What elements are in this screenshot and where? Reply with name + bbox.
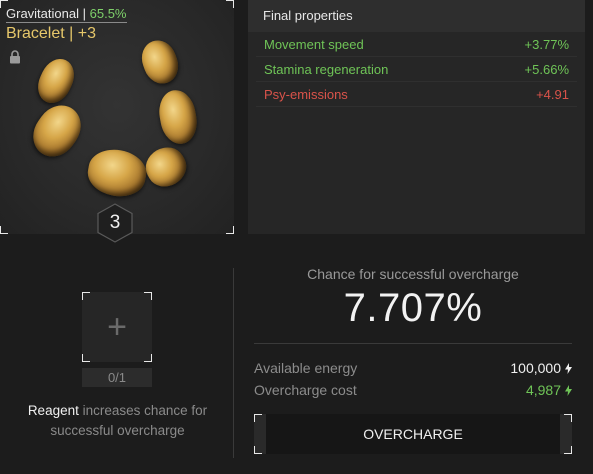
item-type-label: Gravitational (6, 6, 79, 21)
reagent-hint: Reagent increases chance for successful … (20, 401, 215, 441)
final-properties-panel: Final properties Movement speed +3.77% S… (248, 0, 585, 234)
final-properties-title: Final properties (248, 0, 585, 32)
reagent-hint-strong: Reagent (27, 403, 79, 418)
item-name-line: Bracelet | +3 (6, 25, 96, 43)
property-name: Stamina regeneration (264, 61, 389, 77)
item-name: Bracelet (6, 25, 65, 42)
bracelet-stone (84, 145, 150, 201)
overcharge-chance-value: 7.707% (343, 286, 483, 330)
property-value: +3.77% (524, 36, 569, 52)
available-energy-row: Available energy 100,000 (254, 360, 572, 376)
item-upgrade-level: +3 (77, 25, 97, 42)
property-name: Psy-emissions (264, 86, 348, 102)
frame-corner (226, 0, 234, 8)
lightning-bolt-icon (565, 362, 572, 374)
bracelet-stone (31, 53, 81, 109)
frame-corner (0, 226, 8, 234)
lightning-bolt-icon (565, 384, 572, 396)
button-corner (254, 414, 262, 422)
item-name-separator: | (69, 25, 74, 42)
overcharge-cost-label: Overcharge cost (254, 382, 357, 398)
button-corner (564, 446, 572, 454)
property-value: +4.91 (536, 86, 569, 102)
available-energy-value-wrap: 100,000 (510, 360, 572, 376)
overcharge-cost-value-wrap: 4,987 (526, 382, 572, 398)
add-reagent-plus-icon: + (107, 308, 127, 346)
available-energy-label: Available energy (254, 360, 358, 376)
frame-corner (226, 226, 234, 234)
reagent-slot-count: 0/1 (82, 368, 152, 387)
property-row: Psy-emissions +4.91 (256, 82, 577, 107)
property-value: +5.66% (524, 61, 569, 77)
overcharge-button-label: OVERCHARGE (363, 426, 463, 442)
bracelet-stone (155, 87, 201, 147)
lock-icon (10, 50, 20, 64)
item-preview-panel: Gravitational | 65.5% Bracelet | +3 3 (0, 0, 234, 243)
overcharge-chance-label: Chance for successful overcharge (307, 266, 519, 282)
divider-line (254, 343, 572, 344)
item-type-separator: | (82, 6, 86, 21)
bracelet-stone (136, 35, 184, 89)
property-row: Movement speed +3.77% (256, 32, 577, 57)
bracelet-stone (24, 96, 90, 166)
property-name: Movement speed (264, 36, 364, 52)
available-energy-value: 100,000 (510, 360, 561, 376)
property-row: Stamina regeneration +5.66% (256, 57, 577, 82)
overcharge-cost-row: Overcharge cost 4,987 (254, 382, 572, 398)
count-badge-number: 3 (109, 212, 121, 233)
button-corner (254, 446, 262, 454)
bracelet-stone (139, 140, 193, 194)
button-corner (564, 414, 572, 422)
item-type-line: Gravitational | 65.5% (6, 6, 127, 23)
section-divider (233, 268, 234, 458)
overcharge-button[interactable]: OVERCHARGE (254, 414, 572, 454)
overcharge-cost-value: 4,987 (525, 382, 561, 398)
item-quality-percent: 65.5% (89, 6, 127, 21)
reagent-slot[interactable]: + (82, 292, 152, 362)
